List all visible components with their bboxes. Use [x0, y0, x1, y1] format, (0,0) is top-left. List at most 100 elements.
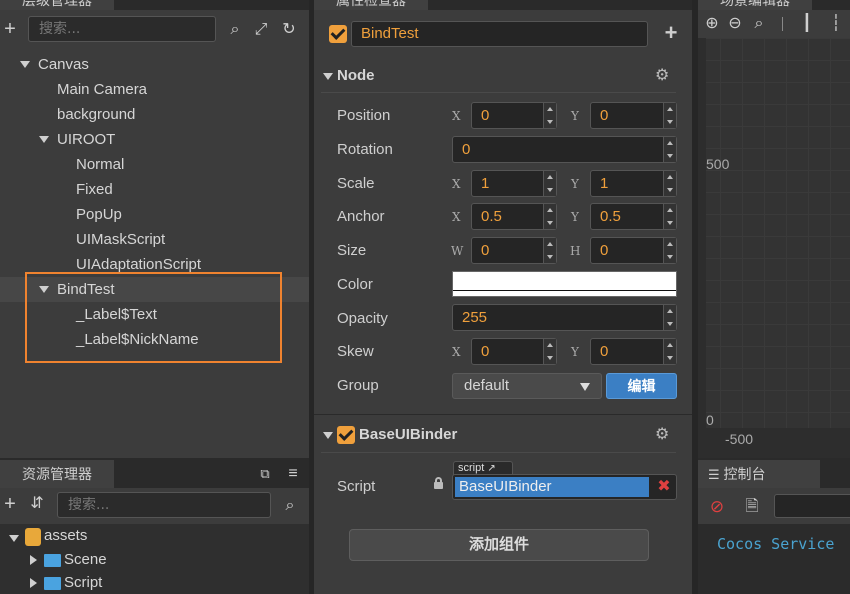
- menu-icon[interactable]: ≡: [284, 464, 302, 484]
- gear-icon[interactable]: ⚙: [655, 426, 669, 444]
- position-x-value: 0: [481, 107, 490, 124]
- spinner-icon[interactable]: [663, 238, 676, 263]
- tree-node-uiroot[interactable]: UIROOT: [57, 127, 115, 152]
- ruler-left: [698, 38, 706, 458]
- inspector-tab[interactable]: 属性检查器: [314, 0, 428, 10]
- spinner-icon[interactable]: [543, 238, 556, 263]
- scene-toolbar: ⊕ ⊖ ⌕ ┃ ┆: [698, 10, 850, 38]
- sort-icon[interactable]: ⇵: [28, 494, 46, 514]
- rotation-value: 0: [462, 141, 471, 158]
- collapse-arrow-icon[interactable]: [30, 578, 37, 588]
- hierarchy-tab[interactable]: 层级管理器: [0, 0, 114, 10]
- spinner-icon[interactable]: [663, 103, 676, 128]
- size-h-value: 0: [600, 242, 609, 259]
- section-collapse-icon[interactable]: [323, 432, 333, 439]
- rotation-input[interactable]: 0: [452, 136, 677, 163]
- script-value-box[interactable]: BaseUIBinder: [455, 477, 649, 497]
- add-asset-icon[interactable]: +: [2, 494, 18, 514]
- zoom-reset-icon[interactable]: ⌕: [751, 14, 767, 34]
- color-label: Color: [337, 276, 373, 293]
- align-center-icon[interactable]: ┆: [828, 14, 844, 34]
- anchor-x-input[interactable]: 0.5: [471, 203, 557, 230]
- tree-node-main-camera[interactable]: Main Camera: [57, 77, 147, 102]
- x-axis-label: X: [452, 177, 461, 191]
- spinner-icon[interactable]: [543, 171, 556, 196]
- expand-arrow-icon[interactable]: [9, 535, 19, 542]
- expand-arrow-icon[interactable]: [20, 61, 30, 68]
- position-y-input[interactable]: 0: [590, 102, 677, 129]
- collapse-arrow-icon[interactable]: [30, 555, 37, 565]
- node-name-input[interactable]: BindTest: [351, 21, 648, 47]
- position-x-input[interactable]: 0: [471, 102, 557, 129]
- tree-node-fixed[interactable]: Fixed: [76, 177, 113, 202]
- spinner-icon[interactable]: [663, 339, 676, 364]
- search-icon[interactable]: ⌕: [226, 20, 244, 40]
- zoom-out-icon[interactable]: ⊖: [727, 14, 743, 34]
- spinner-icon[interactable]: [663, 204, 676, 229]
- assets-tabbar: 资源管理器 ⧉ ≡: [0, 458, 309, 488]
- group-value: default: [464, 377, 510, 394]
- clear-console-icon[interactable]: ⊘: [708, 497, 726, 517]
- scene-tab[interactable]: 场景编辑器: [698, 0, 812, 10]
- external-link-icon[interactable]: ↗: [487, 463, 495, 474]
- add-node-icon[interactable]: +: [2, 19, 18, 39]
- refresh-icon[interactable]: ↻: [280, 20, 298, 40]
- tree-node-uimaskscript[interactable]: UIMaskScript: [76, 227, 165, 252]
- asset-folder-script[interactable]: Script: [64, 571, 102, 594]
- color-swatch[interactable]: [452, 271, 677, 297]
- assets-search-input[interactable]: 搜索...: [57, 492, 271, 518]
- scale-x-input[interactable]: 1: [471, 170, 557, 197]
- align-left-icon[interactable]: ┃: [799, 14, 815, 34]
- console-filter-input[interactable]: [774, 494, 850, 518]
- opacity-input[interactable]: 255: [452, 304, 677, 331]
- skew-x-input[interactable]: 0: [471, 338, 557, 365]
- tree-node-normal[interactable]: Normal: [76, 152, 124, 177]
- clear-icon[interactable]: ✖: [655, 477, 673, 497]
- component-enabled-checkbox[interactable]: [337, 426, 355, 444]
- ruler-label-y500: 500: [706, 156, 730, 172]
- maximize-icon[interactable]: ⧉: [256, 464, 274, 484]
- scene-viewport[interactable]: 500 0 -500: [698, 38, 850, 458]
- spinner-icon[interactable]: [663, 305, 676, 330]
- node-section-title[interactable]: Node: [337, 66, 375, 86]
- spinner-icon[interactable]: [543, 204, 556, 229]
- skew-y-input[interactable]: 0: [590, 338, 677, 365]
- spinner-icon[interactable]: [543, 103, 556, 128]
- node-active-checkbox[interactable]: [329, 25, 347, 43]
- log-file-icon[interactable]: 🗎: [743, 497, 761, 517]
- tree-node-background[interactable]: background: [57, 102, 135, 127]
- anchor-y-input[interactable]: 0.5: [590, 203, 677, 230]
- scale-y-input[interactable]: 1: [590, 170, 677, 197]
- inspector-title: 属性检查器: [336, 0, 406, 8]
- spinner-icon[interactable]: [543, 339, 556, 364]
- asset-root[interactable]: assets: [44, 524, 87, 547]
- y-axis-label: Y: [571, 210, 579, 224]
- add-component-button[interactable]: 添加组件: [349, 529, 649, 561]
- assets-tab[interactable]: 资源管理器: [0, 460, 114, 488]
- assets-panel: + ⇵ 搜索... ⌕ assets Scene Script: [0, 488, 309, 594]
- section-collapse-icon[interactable]: [323, 73, 333, 80]
- group-select[interactable]: default: [452, 373, 602, 399]
- group-edit-button[interactable]: 编辑: [606, 373, 677, 399]
- ruler-label-xneg500: -500: [725, 431, 754, 447]
- spinner-icon[interactable]: [663, 171, 676, 196]
- size-h-input[interactable]: 0: [590, 237, 677, 264]
- asset-folder-scene[interactable]: Scene: [64, 548, 107, 571]
- size-w-value: 0: [481, 242, 490, 259]
- console-tab[interactable]: ☰ 控制台: [698, 460, 820, 488]
- size-w-input[interactable]: 0: [471, 237, 557, 264]
- search-icon[interactable]: ⌕: [281, 496, 299, 516]
- console-title: 控制台: [723, 466, 766, 482]
- tree-node-canvas[interactable]: Canvas: [38, 52, 89, 77]
- gear-icon[interactable]: ⚙: [655, 67, 669, 85]
- zoom-in-icon[interactable]: ⊕: [704, 14, 720, 34]
- expand-icon[interactable]: ⤢: [252, 20, 270, 40]
- assets-title: 资源管理器: [22, 466, 92, 482]
- add-icon[interactable]: +: [661, 22, 681, 44]
- script-label: Script: [337, 478, 376, 495]
- tree-node-popup[interactable]: PopUp: [76, 202, 122, 227]
- script-field[interactable]: BaseUIBinder ✖: [452, 474, 677, 500]
- hierarchy-search-input[interactable]: 搜索...: [28, 16, 216, 42]
- spinner-icon[interactable]: [663, 137, 676, 162]
- expand-arrow-icon[interactable]: [39, 136, 49, 143]
